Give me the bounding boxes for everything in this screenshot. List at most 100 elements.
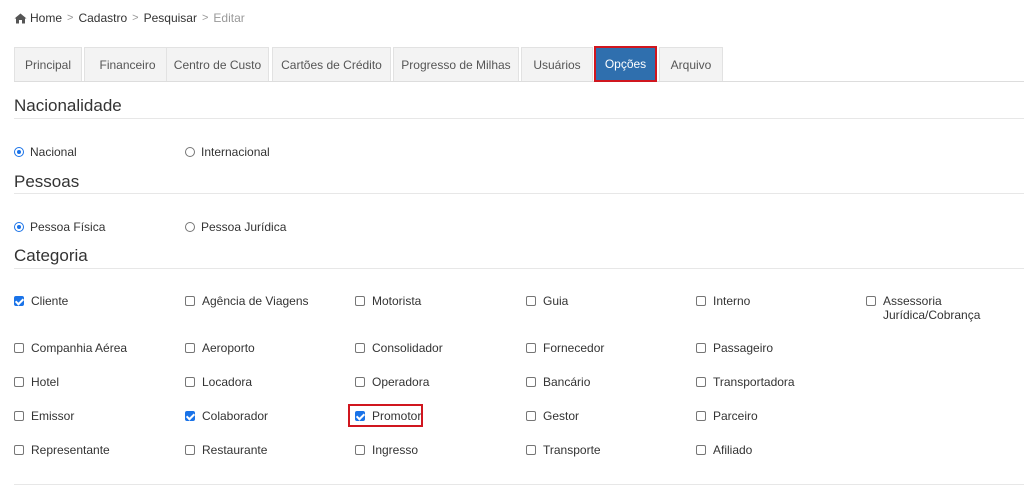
breadcrumb-pesquisar[interactable]: Pesquisar — [144, 11, 197, 25]
tab-opcoes[interactable]: Opções — [594, 46, 657, 82]
breadcrumb-cadastro[interactable]: Cadastro — [78, 11, 127, 25]
checkbox[interactable] — [14, 377, 24, 387]
checkbox-label: Motorista — [372, 294, 422, 308]
checkbox-label: Guia — [543, 294, 569, 308]
radio-button[interactable] — [185, 222, 195, 232]
checkbox[interactable] — [14, 445, 24, 455]
tab-arquivo[interactable]: Arquivo — [659, 47, 723, 81]
checkbox[interactable] — [355, 296, 365, 306]
section-title-pessoas: Pessoas — [14, 172, 80, 191]
checkbox[interactable] — [355, 343, 365, 353]
checkbox-label: Fornecedor — [543, 341, 605, 355]
divider — [14, 268, 1024, 269]
checkbox-label: Restaurante — [202, 443, 268, 457]
tab-principal[interactable]: Principal — [14, 47, 82, 81]
checkbox-agencia-de-viagens[interactable]: Agência de Viagens — [185, 294, 309, 308]
radio-label: Internacional — [201, 145, 270, 159]
radio-button[interactable] — [185, 147, 195, 157]
radio-internacional[interactable]: Internacional — [185, 145, 270, 159]
radio-label: Pessoa Jurídica — [201, 220, 287, 234]
checkbox-restaurante[interactable]: Restaurante — [185, 443, 267, 457]
checkbox-colaborador[interactable]: Colaborador — [185, 409, 268, 423]
checkbox-passageiro[interactable]: Passageiro — [696, 341, 773, 355]
checkbox[interactable] — [696, 377, 706, 387]
checkbox-label: Consolidador — [372, 341, 443, 355]
checkbox[interactable] — [185, 377, 195, 387]
tab-usuarios[interactable]: Usuários — [521, 47, 593, 81]
checkbox[interactable] — [526, 411, 536, 421]
checkbox[interactable] — [526, 445, 536, 455]
checkbox[interactable] — [14, 296, 24, 306]
checkbox[interactable] — [185, 343, 195, 353]
checkbox-label: Cliente — [31, 294, 69, 308]
radio-button[interactable] — [14, 147, 24, 157]
radio-button[interactable] — [14, 222, 24, 232]
checkbox-companhia-aerea[interactable]: Companhia Aérea — [14, 341, 127, 355]
breadcrumb-separator: > — [132, 12, 139, 24]
checkbox[interactable] — [866, 296, 876, 306]
checkbox-label: Passageiro — [713, 341, 774, 355]
checkbox-transportadora[interactable]: Transportadora — [696, 375, 795, 389]
divider — [14, 484, 1024, 485]
checkbox-guia[interactable]: Guia — [526, 294, 568, 308]
checkbox[interactable] — [14, 411, 24, 421]
breadcrumb-separator: > — [201, 12, 209, 24]
checkbox-label: Transportadora — [713, 375, 795, 389]
checkbox-operadora[interactable]: Operadora — [355, 375, 429, 389]
checkbox-ingresso[interactable]: Ingresso — [355, 443, 418, 457]
checkbox-label: Transporte — [543, 443, 601, 457]
tab-bar: Principal Financeiro Centro de Custo Car… — [14, 46, 1024, 82]
checkbox[interactable] — [696, 445, 706, 455]
checkbox-label: Ingresso — [372, 443, 419, 457]
checkbox[interactable] — [526, 296, 536, 306]
checkbox[interactable] — [185, 411, 195, 421]
checkbox[interactable] — [355, 377, 365, 387]
checkbox-parceiro[interactable]: Parceiro — [696, 409, 758, 423]
checkbox-emissor[interactable]: Emissor — [14, 409, 74, 423]
checkbox-label: Hotel — [31, 375, 60, 389]
tab-cartoes-de-credito[interactable]: Cartões de Crédito — [272, 47, 391, 81]
breadcrumb-separator: > — [67, 12, 74, 24]
highlight-box — [348, 404, 423, 427]
tab-centro-de-custo[interactable]: Centro de Custo — [166, 47, 269, 81]
checkbox[interactable] — [355, 445, 365, 455]
checkbox[interactable] — [526, 377, 536, 387]
checkbox-label: Companhia Aérea — [31, 341, 128, 355]
checkbox-assessoria-juridica-cobranca[interactable]: Assessoria Jurídica/Cobrança — [866, 294, 996, 322]
checkbox[interactable] — [185, 445, 195, 455]
section-title-nacionalidade: Nacionalidade — [14, 96, 122, 115]
checkbox-afiliado[interactable]: Afiliado — [696, 443, 752, 457]
checkbox-motorista[interactable]: Motorista — [355, 294, 421, 308]
checkbox-gestor[interactable]: Gestor — [526, 409, 579, 423]
checkbox[interactable] — [526, 343, 536, 353]
checkbox-label: Operadora — [372, 375, 430, 389]
tab-financeiro[interactable]: Financeiro — [84, 47, 171, 81]
checkbox[interactable] — [696, 411, 706, 421]
tab-progresso-de-milhas[interactable]: Progresso de Milhas — [393, 47, 519, 81]
checkbox-hotel[interactable]: Hotel — [14, 375, 59, 389]
checkbox-locadora[interactable]: Locadora — [185, 375, 252, 389]
radio-nacional[interactable]: Nacional — [14, 145, 77, 159]
checkbox-interno[interactable]: Interno — [696, 294, 750, 308]
checkbox[interactable] — [14, 343, 24, 353]
checkbox[interactable] — [185, 296, 195, 306]
checkbox-consolidador[interactable]: Consolidador — [355, 341, 443, 355]
checkbox-representante[interactable]: Representante — [14, 443, 110, 457]
radio-label: Nacional — [30, 145, 77, 159]
home-icon[interactable] — [14, 13, 27, 24]
breadcrumb-editar: Editar — [213, 11, 245, 25]
radio-label: Pessoa Física — [30, 220, 106, 234]
radio-pessoa-juridica[interactable]: Pessoa Jurídica — [185, 220, 286, 234]
breadcrumb-home[interactable]: Home — [30, 11, 62, 25]
divider — [14, 118, 1024, 119]
checkbox-aeroporto[interactable]: Aeroporto — [185, 341, 255, 355]
checkbox[interactable] — [696, 296, 706, 306]
section-title-categoria: Categoria — [14, 246, 88, 265]
checkbox[interactable] — [696, 343, 706, 353]
checkbox-bancario[interactable]: Bancário — [526, 375, 590, 389]
checkbox-fornecedor[interactable]: Fornecedor — [526, 341, 604, 355]
checkbox-cliente[interactable]: Cliente — [14, 294, 68, 308]
checkbox-transporte[interactable]: Transporte — [526, 443, 601, 457]
radio-pessoa-fisica[interactable]: Pessoa Física — [14, 220, 105, 234]
checkbox-label: Locadora — [202, 375, 253, 389]
